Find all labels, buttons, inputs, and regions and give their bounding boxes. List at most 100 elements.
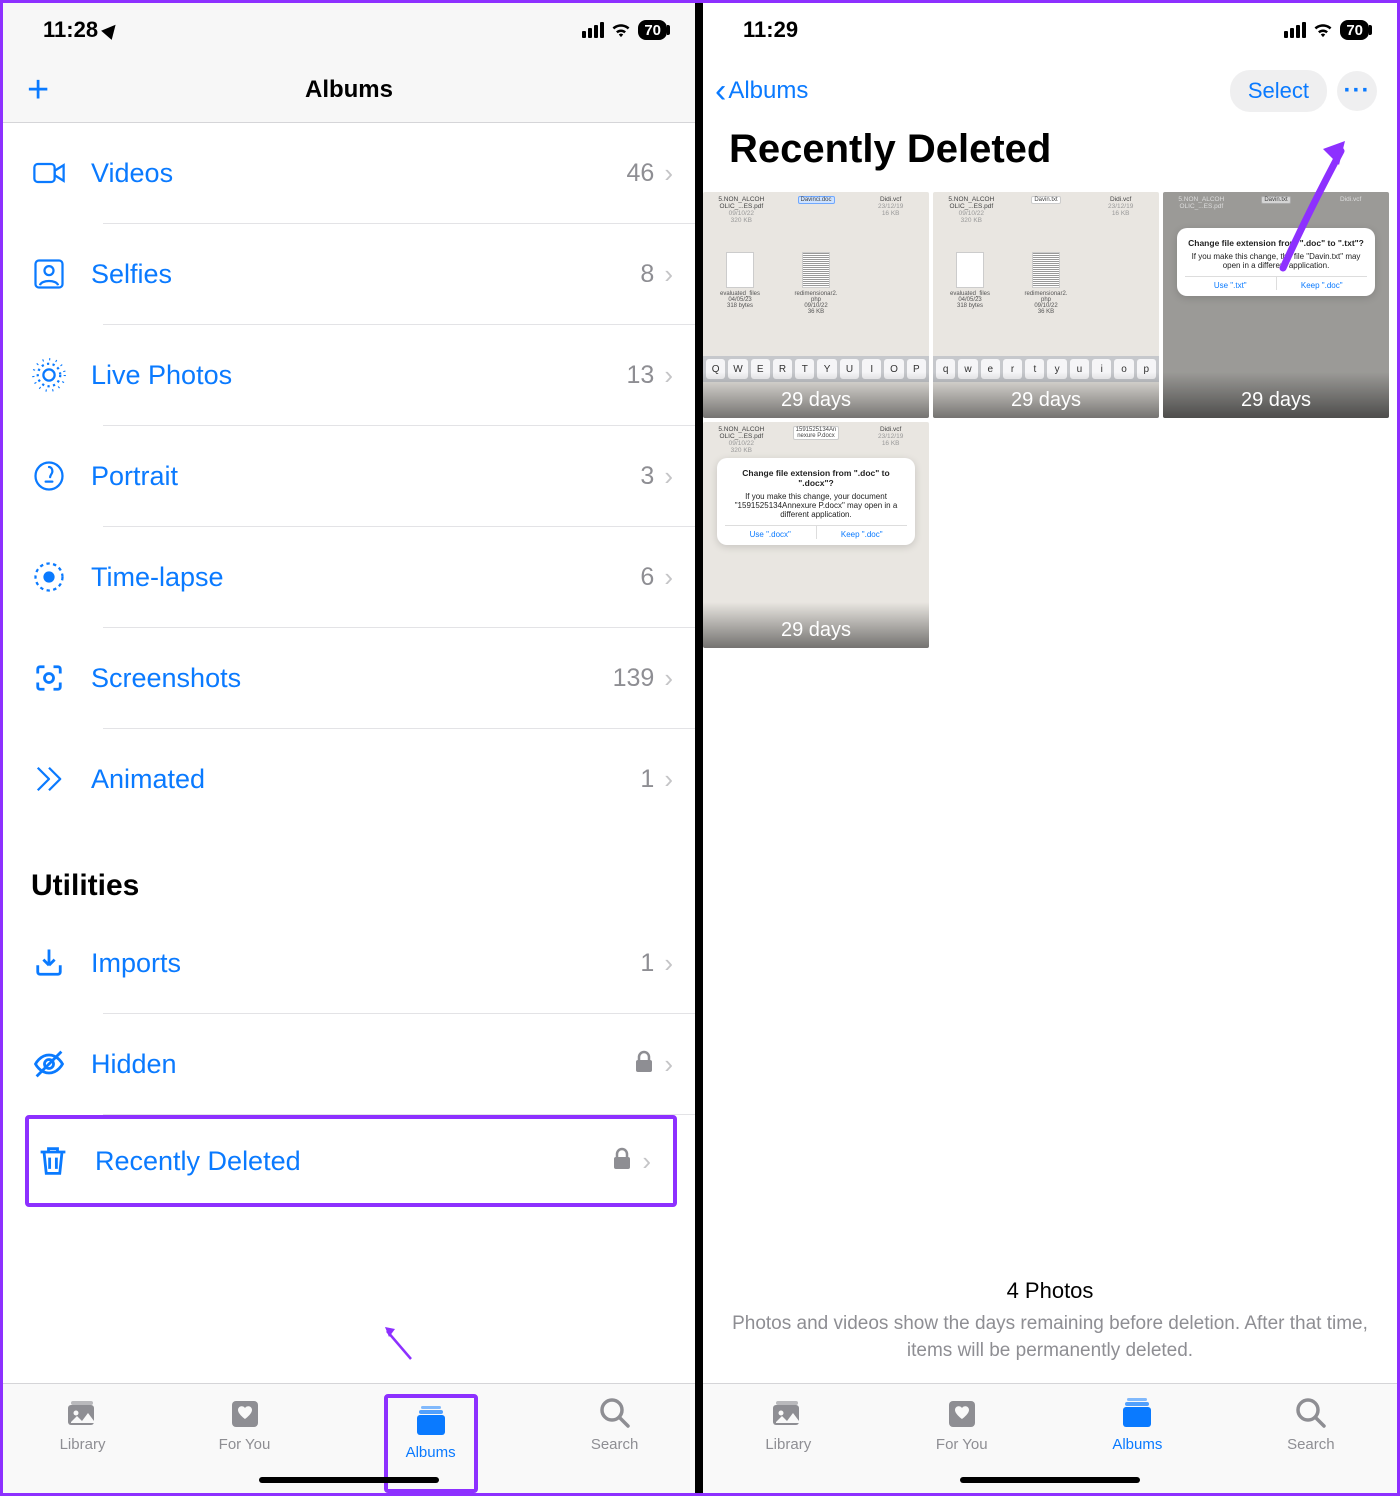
lock-icon [634,1050,654,1079]
status-bar: 11:29 70 [703,3,1397,57]
chevron-right-icon: › [664,259,673,290]
row-label: Recently Deleted [95,1146,612,1177]
animated-icon [31,761,91,797]
albums-icon [413,1402,449,1440]
highlight-recently-deleted: Recently Deleted › [25,1115,677,1207]
more-button[interactable]: ··· [1337,71,1377,111]
tab-library[interactable]: Library [765,1394,811,1493]
row-livephotos[interactable]: Live Photos 13 › [3,325,695,425]
tab-label: Albums [1112,1436,1162,1453]
location-icon [101,20,121,40]
dialog-title: Change file extension from ".doc" to ".d… [725,468,907,488]
tab-label: Search [591,1436,639,1453]
row-selfies[interactable]: Selfies 8 › [3,224,695,324]
row-count: 13 [627,361,655,390]
row-screenshots[interactable]: Screenshots 139 › [3,628,695,728]
row-portrait[interactable]: Portrait 3 › [3,426,695,526]
chevron-right-icon: › [664,562,673,593]
row-timelapse[interactable]: Time-lapse 6 › [3,527,695,627]
albums-icon [1119,1394,1155,1432]
dialog-body: If you make this change, your document "… [725,492,907,519]
row-count: 46 [627,159,655,188]
home-indicator[interactable] [259,1477,439,1483]
back-label: Albums [728,77,808,105]
dialog-btn: Keep ".doc" [817,526,908,539]
row-count: 6 [640,563,654,592]
row-hidden[interactable]: Hidden › [3,1014,695,1114]
row-label: Videos [91,158,627,189]
library-icon [770,1394,806,1432]
row-imports[interactable]: Imports 1 › [3,913,695,1013]
tab-albums[interactable]: Albums [406,1402,456,1461]
screenshot-icon [31,660,91,696]
row-count: 3 [640,462,654,491]
albums-header: + Albums [3,57,695,123]
chevron-right-icon: › [664,1049,673,1080]
photo-thumbnail[interactable]: 5.NON_ALCOHOLIC_...ES.pdfDavin.txtDidi.v… [1163,192,1389,418]
tab-search[interactable]: Search [591,1394,639,1493]
chevron-right-icon: › [664,948,673,979]
footer-text: 4 Photos Photos and videos show the days… [703,1278,1397,1383]
chevron-left-icon: ‹ [715,72,726,111]
imports-icon [31,945,91,981]
tab-label: Albums [406,1444,456,1461]
foryou-icon [944,1394,980,1432]
photo-thumbnail[interactable]: 5.NON_ALCOHOLIC_...ES.pdf09/10/22320 KBD… [933,192,1159,418]
tab-label: Search [1287,1436,1335,1453]
dialog-btn: Use ".docx" [725,526,817,539]
photo-count: 4 Photos [727,1278,1373,1304]
dialog-btn: Keep ".doc" [1277,277,1368,290]
chevron-right-icon: › [642,1146,651,1177]
cellular-icon [1284,22,1306,38]
livephoto-icon [31,357,91,393]
status-bar: 11:28 70 [3,3,695,57]
wifi-icon [610,22,632,38]
home-indicator[interactable] [960,1477,1140,1483]
row-recently-deleted[interactable]: Recently Deleted › [29,1119,673,1203]
page-title: Albums [305,76,393,104]
row-count: 1 [640,949,654,978]
battery-icon: 70 [638,20,667,40]
tab-bar: Library For You Albums Search [3,1383,695,1493]
search-icon [597,1394,633,1432]
photo-thumbnail[interactable]: 5.NON_ALCOHOLIC_...ES.pdf09/10/22320 KB1… [703,422,929,648]
row-animated[interactable]: Animated 1 › [3,729,695,829]
dialog-btn: Use ".txt" [1185,277,1277,290]
days-remaining: 29 days [933,372,1159,418]
battery-icon: 70 [1340,20,1369,40]
row-label: Portrait [91,461,640,492]
utilities-heading: Utilities [3,829,695,913]
tab-label: Library [60,1436,106,1453]
row-label: Selfies [91,259,640,290]
chevron-right-icon: › [664,158,673,189]
chevron-right-icon: › [664,764,673,795]
selfie-icon [31,256,91,292]
library-icon [65,1394,101,1432]
tab-library[interactable]: Library [60,1394,106,1493]
tab-label: For You [936,1436,988,1453]
status-time: 11:28 [43,17,98,43]
tab-bar: Library For You Albums Search [703,1383,1397,1493]
dialog-title: Change file extension from ".doc" to ".t… [1185,238,1367,248]
chevron-right-icon: › [664,360,673,391]
page-title: Recently Deleted [703,121,1397,190]
back-button[interactable]: ‹ Albums [715,72,808,111]
timelapse-icon [31,559,91,595]
days-remaining: 29 days [703,602,929,648]
row-label: Screenshots [91,663,613,694]
row-count: 1 [640,765,654,794]
row-count: 8 [640,260,654,289]
tab-search[interactable]: Search [1287,1394,1335,1493]
chevron-right-icon: › [664,663,673,694]
tab-label: For You [219,1436,271,1453]
days-remaining: 29 days [703,372,929,418]
hidden-icon [31,1046,91,1082]
ellipsis-icon: ··· [1344,77,1371,105]
footer-sub: Photos and videos show the days remainin… [727,1310,1373,1365]
photo-thumbnail[interactable]: 5.NON_ALCOHOLIC_...ES.pdf09/10/22320 KBD… [703,192,929,418]
row-videos[interactable]: Videos 46 › [3,123,695,223]
photo-grid: 5.NON_ALCOHOLIC_...ES.pdf09/10/22320 KBD… [703,190,1397,648]
search-icon [1293,1394,1329,1432]
days-remaining: 29 days [1163,372,1389,418]
select-button[interactable]: Select [1230,70,1327,112]
